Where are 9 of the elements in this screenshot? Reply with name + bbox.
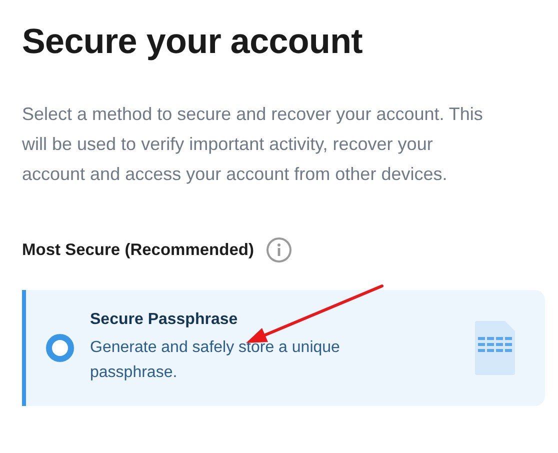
description-text: Select a method to secure and recover your account. This will be used to verify important activity, recover your account and access your account from other devices. [22, 103, 484, 186]
option-description: Generate and safely store a unique passphrase. [90, 338, 341, 383]
radio-button[interactable] [46, 334, 74, 362]
page-title: Secure your account [22, 21, 364, 63]
section-label: Most Secure (Recommended) [22, 240, 254, 260]
document-icon [475, 321, 515, 375]
option-title: Secure Passphrase [90, 311, 239, 329]
option-card[interactable]: Secure Passphrase Generate and safely store a unique passphrase. [22, 290, 545, 406]
info-icon[interactable] [266, 237, 292, 263]
